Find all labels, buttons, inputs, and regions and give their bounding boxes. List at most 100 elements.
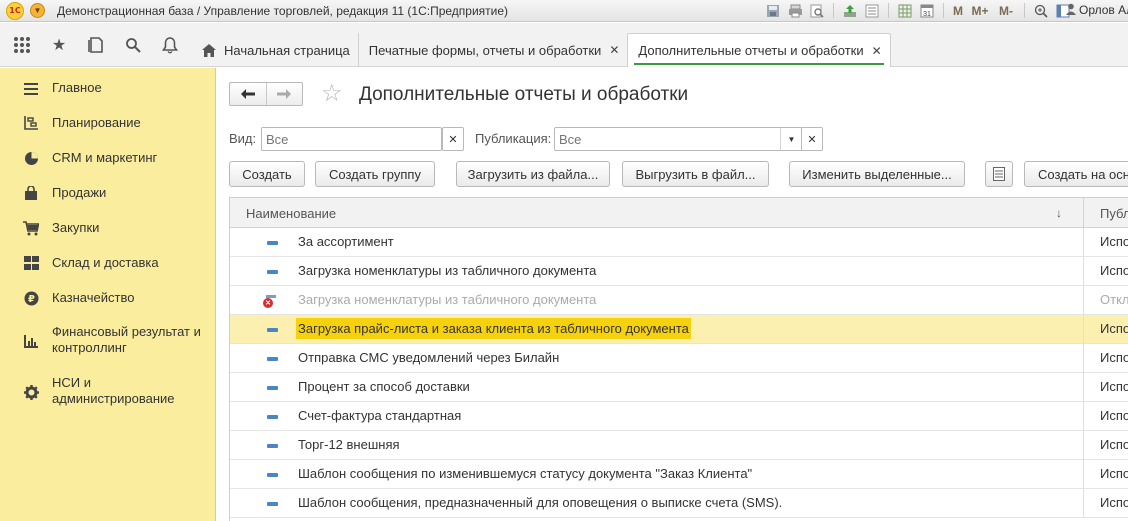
- table-row[interactable]: Шаблон сообщения по изменившемуся статус…: [230, 460, 1128, 489]
- main-menu-button[interactable]: ▼: [30, 3, 45, 18]
- table-icon[interactable]: [896, 2, 914, 19]
- app-logo: 1С: [6, 1, 24, 20]
- zoom-icon[interactable]: [1032, 2, 1050, 19]
- column-separator[interactable]: [1083, 198, 1084, 228]
- column-separator: [1083, 315, 1084, 344]
- load-from-file-button[interactable]: Загрузить из файла...: [456, 161, 610, 187]
- save-to-file-button[interactable]: Выгрузить в файл...: [622, 161, 769, 187]
- memory-minus-icon[interactable]: M-: [995, 2, 1017, 19]
- forward-button[interactable]: [265, 83, 303, 105]
- tab-print-forms[interactable]: Печатные формы, отчеты и обработки ✕: [357, 33, 628, 67]
- memory-icon[interactable]: M: [951, 2, 965, 19]
- notifications-bell-icon[interactable]: [160, 35, 180, 55]
- tab-label: Начальная страница: [224, 42, 350, 58]
- table-row-selected[interactable]: Загрузка прайс-листа и заказа клиента из…: [230, 315, 1128, 344]
- table-row[interactable]: Счет-фактура стандартная Испо: [230, 402, 1128, 431]
- sidebar-item-admin[interactable]: НСИ и администрирование: [0, 375, 216, 411]
- toolbar-separator: [888, 3, 889, 18]
- sidebar-item-sales[interactable]: Продажи: [0, 185, 216, 205]
- favorites-icon[interactable]: ★: [49, 35, 69, 55]
- column-separator: [1083, 373, 1084, 402]
- filter-pub-field[interactable]: ▼: [554, 127, 803, 151]
- row-publication: Испо: [1100, 234, 1128, 249]
- history-nav: [229, 82, 303, 106]
- row-name: Шаблон сообщения по изменившемуся статус…: [298, 466, 753, 481]
- column-header-publication[interactable]: Публ: [1100, 198, 1128, 228]
- list-icon[interactable]: [863, 2, 881, 19]
- sidebar-item-label: Финансовый результат и контроллинг: [52, 324, 201, 355]
- filter-vid-clear-button[interactable]: ✕: [442, 127, 464, 151]
- row-name: Загрузка прайс-листа и заказа клиента из…: [296, 318, 691, 339]
- sidebar-item-treasury[interactable]: ₽ Казначейство: [0, 290, 216, 310]
- sidebar-item-planning[interactable]: Планирование: [0, 115, 216, 135]
- main-content: ☆ Дополнительные отчеты и обработки Вид:…: [217, 68, 1128, 521]
- calendar-icon[interactable]: 31: [918, 2, 936, 19]
- table-row[interactable]: Шаблон сообщения, предназначенный для оп…: [230, 489, 1128, 518]
- tab-label: Дополнительные отчеты и обработки: [638, 43, 864, 58]
- titlebar-toolbar: 31 M M+ M-: [764, 2, 1072, 19]
- back-button[interactable]: [230, 83, 266, 105]
- table-row[interactable]: Отправка СМС уведомлений через Билайн Ис…: [230, 344, 1128, 373]
- print-icon[interactable]: [786, 2, 804, 19]
- column-header-name[interactable]: Наименование: [246, 198, 336, 228]
- close-icon[interactable]: ✕: [609, 43, 619, 57]
- svg-text:₽: ₽: [28, 294, 35, 305]
- filter-vid-input[interactable]: [262, 128, 446, 150]
- title-bar: 1С ▼ Демонстрационная база / Управление …: [0, 0, 1128, 22]
- menu-icon: [22, 80, 40, 98]
- table-row[interactable]: Процент за способ доставки Испо: [230, 373, 1128, 402]
- search-icon[interactable]: [123, 35, 143, 55]
- tab-home[interactable]: Начальная страница: [192, 33, 358, 67]
- document-icon: [993, 167, 1005, 181]
- toolbar-separator: [833, 3, 834, 18]
- report-icon: [267, 328, 278, 332]
- table-row[interactable]: ✕ Загрузка номенклатуры из табличного до…: [230, 286, 1128, 315]
- sidebar-item-crm[interactable]: CRM и маркетинг: [0, 150, 216, 170]
- sidebar-item-main[interactable]: Главное: [0, 80, 216, 100]
- dropdown-arrow-icon[interactable]: ▼: [780, 128, 802, 150]
- table-row[interactable]: Торг-12 внешняя Испо: [230, 431, 1128, 460]
- user-menu[interactable]: Орлов Ал: [1066, 3, 1128, 18]
- column-separator: [1083, 460, 1084, 489]
- upload-icon[interactable]: [841, 2, 859, 19]
- save-icon[interactable]: [764, 2, 782, 19]
- history-icon[interactable]: [86, 35, 106, 55]
- favorite-star-icon[interactable]: ☆: [321, 80, 343, 108]
- table-row[interactable]: За ассортимент Испо: [230, 228, 1128, 257]
- preview-icon[interactable]: [808, 2, 826, 19]
- row-publication: Испо: [1100, 495, 1128, 510]
- sidebar-item-purchases[interactable]: Закупки: [0, 220, 216, 240]
- create-based-on-button[interactable]: Создать на осн: [1024, 161, 1128, 187]
- filter-pub-clear-button[interactable]: ✕: [801, 127, 823, 151]
- change-selected-button[interactable]: Изменить выделенные...: [789, 161, 965, 187]
- toolbar-separator: [943, 3, 944, 18]
- planning-icon: [22, 114, 40, 132]
- sidebar-item-label: Закупки: [52, 220, 100, 235]
- table-row[interactable]: Загрузка номенклатуры из табличного доку…: [230, 257, 1128, 286]
- create-button[interactable]: Создать: [229, 161, 305, 187]
- filter-vid-field[interactable]: ▼: [261, 127, 455, 151]
- report-icon: [267, 241, 278, 245]
- reports-table: Наименование ↓ Публ За ассортимент Испо …: [229, 197, 1128, 521]
- tab-additional-reports[interactable]: Дополнительные отчеты и обработки ✕: [627, 33, 891, 67]
- row-name: Счет-фактура стандартная: [298, 408, 462, 423]
- table-header: Наименование ↓ Публ: [230, 198, 1128, 228]
- report-button[interactable]: [985, 161, 1013, 187]
- sidebar-item-finance[interactable]: Финансовый результат и контроллинг: [0, 324, 216, 360]
- row-publication: Испо: [1100, 321, 1128, 336]
- report-icon: [267, 473, 278, 477]
- sort-arrow-icon[interactable]: ↓: [1056, 198, 1062, 228]
- close-icon[interactable]: ✕: [872, 44, 882, 58]
- sidebar-item-warehouse[interactable]: Склад и доставка: [0, 255, 216, 275]
- page-title: Дополнительные отчеты и обработки: [359, 84, 689, 105]
- report-icon: [267, 270, 278, 274]
- memory-plus-icon[interactable]: M+: [969, 2, 991, 19]
- filter-vid-label: Вид:: [229, 131, 257, 146]
- row-publication: Испо: [1100, 408, 1128, 423]
- apps-grid-icon[interactable]: [12, 35, 32, 55]
- column-separator: [1083, 257, 1084, 286]
- create-group-button[interactable]: Создать группу: [315, 161, 435, 187]
- sidebar-item-label: Планирование: [52, 115, 141, 130]
- row-publication: Испо: [1100, 466, 1128, 481]
- filter-pub-input[interactable]: [555, 128, 780, 150]
